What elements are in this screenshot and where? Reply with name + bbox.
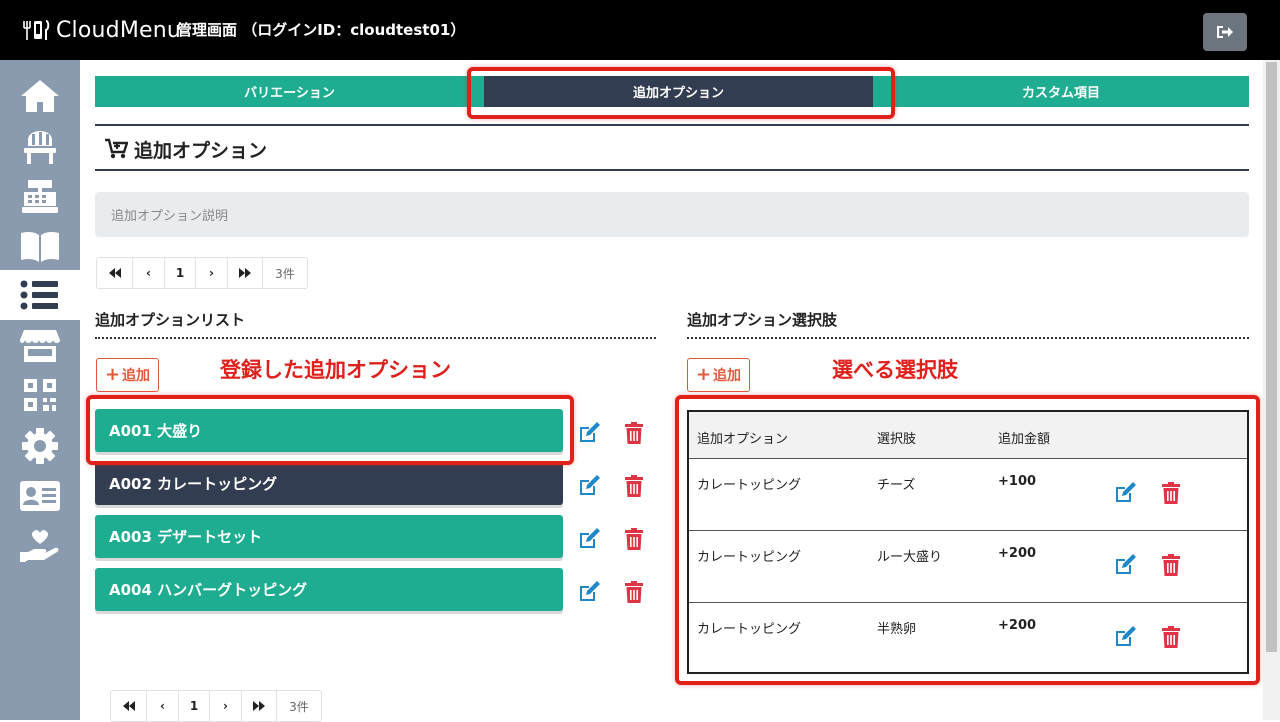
page-count: 3件 xyxy=(289,699,309,714)
annotation-registered-options: 登録した追加オプション xyxy=(220,358,451,382)
edit-icon xyxy=(580,581,600,601)
id-card-icon xyxy=(20,481,60,511)
sidebar-item-settings[interactable] xyxy=(0,421,80,471)
store-icon xyxy=(20,330,60,362)
double-chevron-right-icon xyxy=(239,268,251,278)
highlight-box-tab xyxy=(467,67,895,119)
qrcode-icon xyxy=(24,379,56,411)
page-first-button[interactable] xyxy=(111,691,147,721)
page-next-button[interactable]: › xyxy=(210,691,242,721)
add-choice-label: 追加 xyxy=(713,368,742,384)
description-placeholder: 追加オプション説明 xyxy=(111,209,229,224)
trash-icon xyxy=(625,475,643,497)
edit-option-a003-button[interactable] xyxy=(577,527,603,551)
home-icon xyxy=(21,80,59,112)
sidebar-item-seats[interactable] xyxy=(0,121,80,171)
tab-custom-item[interactable]: カスタム項目 xyxy=(873,76,1249,107)
divider-top xyxy=(95,124,1249,126)
sidebar-item-menu-book[interactable] xyxy=(0,221,80,271)
page-next-button[interactable]: › xyxy=(196,258,228,288)
pagination-bottom: ‹ 1 › 3件 xyxy=(110,690,322,722)
add-choice-button[interactable]: + 追加 xyxy=(687,358,750,392)
choice-list-divider xyxy=(687,337,1249,339)
page-count: 3件 xyxy=(275,266,295,281)
sidebar-item-list[interactable] xyxy=(0,270,80,320)
edit-icon xyxy=(580,475,600,495)
logo-text: CloudMenu xyxy=(56,17,182,43)
option-item-a002[interactable]: A002 カレートッピング xyxy=(95,462,563,505)
fork-knife-phone-icon xyxy=(23,20,50,40)
hand-heart-icon xyxy=(20,530,59,562)
highlight-box-choices xyxy=(675,395,1260,685)
tab-variation[interactable]: バリエーション xyxy=(95,76,484,107)
sidebar-item-staff[interactable] xyxy=(0,471,80,521)
sidebar-item-home[interactable] xyxy=(0,71,80,121)
edit-option-a001-button[interactable] xyxy=(577,421,603,445)
delete-option-a002-button[interactable] xyxy=(621,474,647,498)
option-item-a004[interactable]: A004 ハンバーグトッピング xyxy=(95,568,563,611)
edit-icon xyxy=(580,422,600,442)
cash-register-icon xyxy=(22,180,58,213)
page-title-text: 追加オプション xyxy=(134,139,268,162)
logout-button[interactable] xyxy=(1203,13,1247,51)
add-option-button[interactable]: + 追加 xyxy=(96,358,159,392)
page-number-button[interactable]: 1 xyxy=(165,258,196,288)
annotation-choices: 選べる選択肢 xyxy=(832,358,958,382)
pagination-top: ‹ 1 › 3件 xyxy=(96,257,308,289)
chair-icon xyxy=(24,131,56,164)
double-chevron-left-icon xyxy=(108,268,121,278)
sign-out-icon xyxy=(1217,26,1233,38)
double-chevron-right-icon xyxy=(253,701,265,711)
page-last-button[interactable] xyxy=(242,691,277,721)
trash-icon xyxy=(625,528,643,550)
delete-option-a001-button[interactable] xyxy=(621,421,647,445)
list-icon xyxy=(20,280,58,310)
page-last-button[interactable] xyxy=(228,258,263,288)
option-list-title: 追加オプションリスト xyxy=(95,311,246,329)
logo[interactable]: CloudMenu xyxy=(22,14,181,46)
option-item-a003[interactable]: A003 デザートセット xyxy=(95,515,563,558)
delete-option-a003-button[interactable] xyxy=(621,527,647,551)
option-list-divider xyxy=(95,337,656,339)
page-number-button[interactable]: 1 xyxy=(179,691,210,721)
scrollbar-thumb[interactable] xyxy=(1266,62,1277,652)
page-title: 追加オプション xyxy=(104,136,267,162)
add-option-label: 追加 xyxy=(122,368,151,384)
choice-list-title: 追加オプション選択肢 xyxy=(687,311,838,329)
top-bar: CloudMenu 管理画面 （ログインID：cloudtest01） xyxy=(0,0,1280,60)
description-field[interactable]: 追加オプション説明 xyxy=(95,192,1249,237)
delete-option-a004-button[interactable] xyxy=(621,580,647,604)
trash-icon xyxy=(625,422,643,444)
edit-option-a004-button[interactable] xyxy=(577,580,603,604)
sidebar-item-qrcode[interactable] xyxy=(0,371,80,421)
page-prev-button[interactable]: ‹ xyxy=(133,258,165,288)
book-open-icon xyxy=(21,231,59,262)
trash-icon xyxy=(625,581,643,603)
page-scrollbar[interactable] xyxy=(1263,60,1280,720)
page-first-button[interactable] xyxy=(97,258,133,288)
cart-plus-icon xyxy=(105,138,128,159)
plus-icon: + xyxy=(695,364,712,385)
gear-icon xyxy=(22,428,58,464)
double-chevron-left-icon xyxy=(122,701,135,711)
sidebar-item-store[interactable] xyxy=(0,321,80,371)
highlight-box-option xyxy=(86,395,574,465)
sidebar xyxy=(0,60,80,720)
edit-icon xyxy=(580,528,600,548)
edit-option-a002-button[interactable] xyxy=(577,474,603,498)
plus-icon: + xyxy=(104,364,121,385)
sidebar-item-support[interactable] xyxy=(0,521,80,571)
page-prev-button[interactable]: ‹ xyxy=(147,691,179,721)
divider-bottom xyxy=(95,169,1249,171)
sidebar-item-register[interactable] xyxy=(0,171,80,221)
admin-title: 管理画面 （ログインID：cloudtest01） xyxy=(177,21,466,39)
